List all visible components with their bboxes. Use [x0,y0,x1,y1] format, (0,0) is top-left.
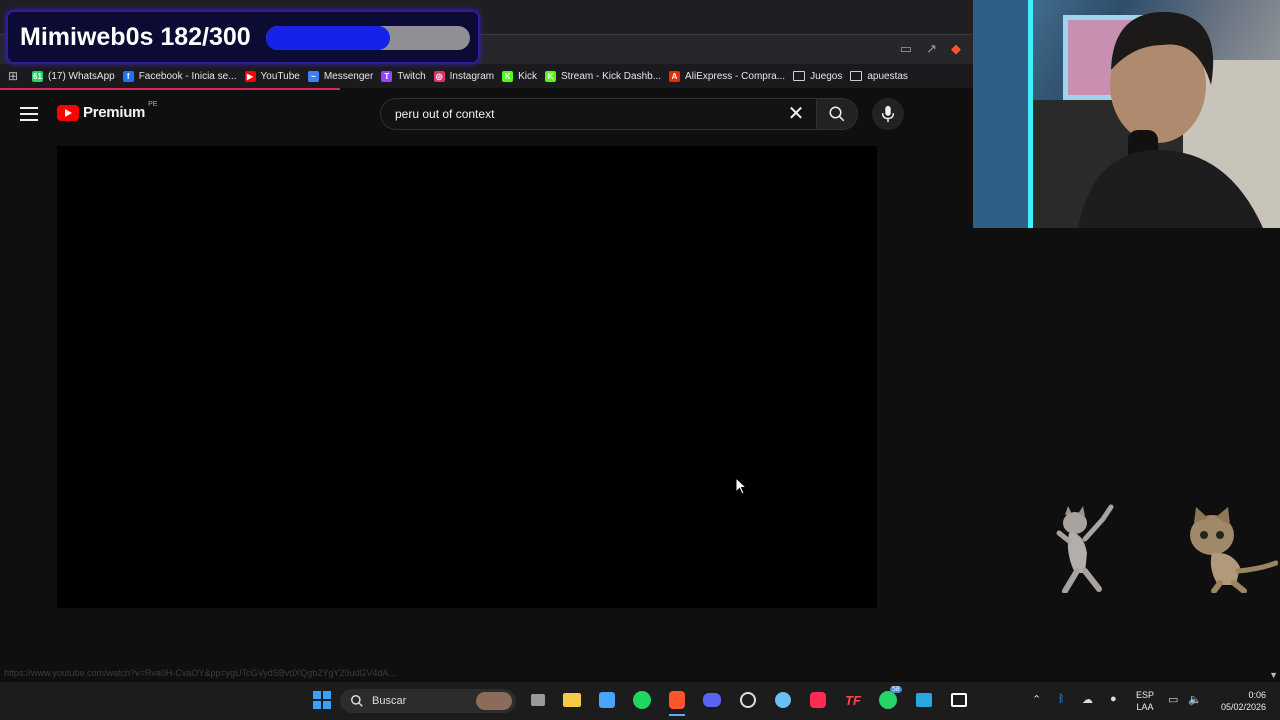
bookmark-label: Kick [518,70,538,82]
page-loading-bar [0,88,340,90]
mouse-cursor-icon [735,477,747,495]
bookmark-label: Instagram [449,70,495,82]
input-language-indicator[interactable]: ESP LAA [1136,689,1154,713]
goal-text: Mimiweb0s 182/300 [20,23,251,51]
capcut-icon[interactable] [949,690,969,710]
brave-browser-icon[interactable] [667,690,687,710]
clock-time: 0:06 [1248,690,1266,700]
bookmark-item[interactable]: A AliExpress - Compra... [669,64,793,88]
address-bar-actions: ▭ ↗ ◆ [900,41,961,57]
follower-goal-overlay: Mimiweb0s 182/300 [6,10,480,64]
dancing-cat-right-icon [1190,507,1278,593]
windows-start-icon[interactable] [312,690,332,710]
brand-label: Premium [83,104,146,121]
tf-app-icon[interactable]: TF [843,690,863,710]
bookmark-label: YouTube [260,70,300,82]
taskbar-search-label: Buscar [372,695,407,707]
country-code: PE [148,101,158,108]
webcam-overlay [973,0,1280,228]
whatsapp-icon: 61 [32,70,43,82]
bookmark-item[interactable]: ▶ YouTube [244,64,308,88]
bookmarks-bar: ⊞ 61 (17) WhatsApp f Facebook - Inicia se..… [0,64,973,88]
goal-progress-track [266,26,470,50]
microphone-tray-icon[interactable]: ● [1110,693,1117,705]
file-explorer-icon[interactable] [562,690,582,710]
bookmark-label: Twitch [397,70,426,82]
twitch-icon: T [381,70,393,82]
cloud-sync-icon[interactable]: ☁ [1082,693,1093,706]
bookmark-item[interactable]: ◎ Instagram [433,64,502,88]
steam-icon[interactable] [773,690,793,710]
microsoft-store-icon[interactable] [597,690,617,710]
tiktok-icon[interactable] [808,690,828,710]
clear-search-icon[interactable]: ✕ [786,104,806,124]
voice-search-button[interactable] [872,98,904,130]
whatsapp-icon[interactable]: 58 [878,686,902,710]
active-app-indicator [669,714,685,716]
search-input[interactable] [393,106,777,122]
task-view-icon[interactable] [528,690,548,710]
video-player[interactable] [57,146,877,608]
search-highlight-icon [476,692,512,710]
system-clock[interactable]: 0:06 05/02/2026 [1210,689,1266,713]
hamburger-menu-icon[interactable] [20,104,38,124]
share-icon[interactable]: ↗ [926,41,937,57]
bookmark-item[interactable]: K Kick [502,64,545,88]
volume-icon[interactable]: 🔈 [1188,693,1202,706]
clock-date: 05/02/2026 [1220,702,1266,712]
kick-icon: K [545,70,557,82]
scroll-down-icon[interactable]: ▼ [1269,670,1278,680]
apps-grid-icon[interactable]: ⊞ [8,69,22,83]
youtube-play-icon [57,104,79,121]
bookmark-label: Messenger [323,70,374,82]
bookmark-label: apuestas [867,70,908,82]
status-bar-url: https://www.youtube.com/watch?v=Rva0H-Cv… [4,668,396,678]
aliexpress-icon: A [669,70,681,82]
show-hidden-icons-chevron-icon[interactable]: ⌃ [1032,693,1041,706]
keyboard-layout: LAA [1136,702,1154,712]
folder-icon [850,71,863,81]
bookmark-label: AliExpress - Compra... [685,70,786,82]
kick-icon: K [502,70,514,82]
bookmark-label: Juegos [810,70,843,82]
bookmark-item[interactable]: f Facebook - Inicia se... [122,64,245,88]
bookmark-item[interactable]: ~ Messenger [307,64,381,88]
search-box [380,98,816,130]
bookmark-item[interactable]: K Stream - Kick Dashb... [545,64,669,88]
language-code: ESP [1136,690,1155,700]
bookmark-label: Stream - Kick Dashb... [561,70,662,82]
youtube-premium-logo[interactable]: Premium PE [57,101,158,121]
discord-icon[interactable] [702,690,722,710]
bookmark-item[interactable]: T Twitch [381,64,433,88]
bookmark-item[interactable]: apuestas [850,64,916,88]
folder-icon [793,71,806,81]
bookmark-label: Facebook - Inicia se... [138,70,237,82]
taskbar-search[interactable]: Buscar [340,689,516,713]
streamer-webcam-image [973,0,1280,228]
messenger-icon: ~ [307,70,319,82]
bookmark-item[interactable]: 61 (17) WhatsApp [32,64,123,88]
network-icon[interactable]: ▭ [1168,693,1178,706]
search-icon [351,695,363,707]
streamlabs-icon[interactable] [914,690,934,710]
dancing-cat-left-icon [1056,504,1114,593]
obs-icon[interactable] [738,690,758,710]
whatsapp-badge: 58 [890,686,902,693]
facebook-icon: f [122,70,134,82]
microphone-icon [881,105,895,123]
bookmark-label: (17) WhatsApp [48,70,115,82]
spotify-icon[interactable] [632,690,652,710]
youtube-icon: ▶ [244,70,256,82]
bluetooth-icon[interactable]: ᛒ [1058,693,1065,705]
search-button[interactable] [816,98,858,130]
search-icon [829,106,845,122]
bookmark-item[interactable]: Juegos [793,64,850,88]
brave-shield-icon[interactable]: ◆ [951,41,961,57]
instagram-icon: ◎ [433,70,445,82]
cast-icon[interactable]: ▭ [900,41,912,57]
goal-progress-fill [266,26,390,50]
